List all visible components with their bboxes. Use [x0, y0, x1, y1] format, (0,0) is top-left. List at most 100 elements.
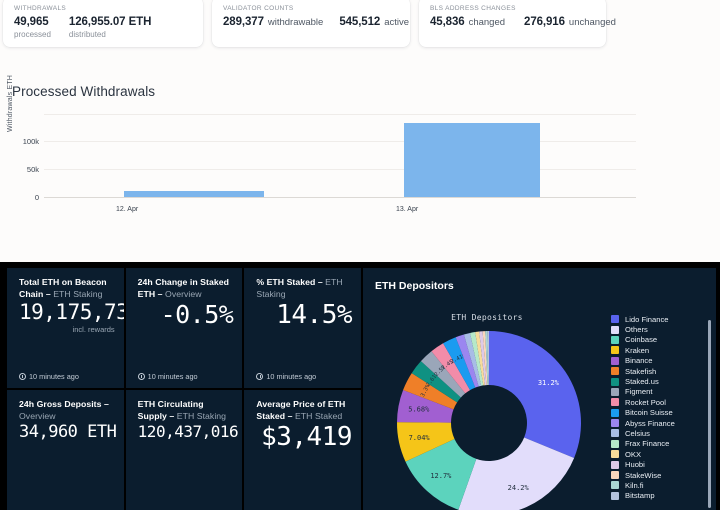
stat-card-average-price-of-eth-staked[interactable]: Average Price of ETH Staked – ETH Staked… [244, 390, 362, 510]
legend-label: OKX [625, 449, 642, 459]
legend-swatch-icon [611, 471, 619, 480]
summary-card-kicker: BLS ADDRESS CHANGES [430, 5, 516, 12]
stat-card-timestamp: 10 minutes ago [137, 372, 198, 381]
gridline [44, 141, 636, 142]
legend-item[interactable]: Staked.us [611, 376, 703, 386]
legend-label: Kraken [625, 345, 650, 355]
legend-item[interactable]: Kraken [611, 345, 703, 355]
legend-label: Lido Finance [625, 314, 669, 324]
legend-label: Binance [625, 356, 653, 366]
donut-slice[interactable] [489, 331, 581, 458]
stat-card-24h-gross-deposits[interactable]: 24h Gross Deposits – Overview 34,960 ETH [7, 390, 124, 510]
x-axis-line [44, 197, 636, 198]
metric-sublabel: processed [14, 30, 51, 39]
x-tick-13-apr: 13. Apr [396, 206, 419, 213]
stat-card-title: 24h Gross Deposits – Overview [19, 399, 115, 422]
legend-swatch-icon [611, 335, 619, 344]
legend-item[interactable]: Bitcoin Suisse [611, 408, 703, 418]
legend-item[interactable]: Kiln.fi [611, 480, 703, 490]
withdrawals-bar-plot[interactable]: Withdrawals ETH 100k 50k 0 12. Apr 13. A… [0, 75, 636, 214]
metric-withdrawals-processed: 49,965 processed [14, 16, 51, 39]
bar-12-apr[interactable] [124, 191, 264, 197]
legend-swatch-icon [611, 356, 619, 365]
stat-card-timestamp-label: 10 minutes ago [147, 372, 198, 381]
metric-value: 49,965 [14, 16, 49, 28]
stat-card-title-sub: ETH Staking [176, 410, 227, 421]
metric-validators-active: 545,512 active [339, 16, 409, 28]
legend-label: StakeWise [625, 470, 662, 480]
legend-item[interactable]: Others [611, 324, 703, 334]
legend-label: Stakefish [625, 366, 657, 376]
metric-unit: changed [468, 17, 506, 28]
legend-item[interactable]: Rocket Pool [611, 397, 703, 407]
stat-card-timestamp: 10 minutes ago [256, 372, 316, 381]
stat-card-value: 19,175,739 [19, 300, 124, 324]
legend-item[interactable]: OKX [611, 449, 703, 459]
legend-label: Coinbase [625, 335, 658, 345]
stat-card-timestamp-label: 10 minutes ago [29, 372, 79, 381]
legend-item[interactable]: Abyss Finance [611, 418, 703, 428]
legend-swatch-icon [611, 387, 619, 396]
y-tick-100k: 100k [22, 137, 39, 146]
legend-item[interactable]: Frax Finance [611, 439, 703, 449]
metric-unit: withdrawable [267, 17, 324, 28]
legend-label: Celsius [625, 428, 650, 438]
legend-item[interactable]: Figment [611, 387, 703, 397]
legend-swatch-icon [611, 450, 619, 459]
legend-item[interactable]: Binance [611, 356, 703, 366]
donut-legend[interactable]: Lido Finance Others Coinbase Kraken Binance S… [611, 314, 703, 510]
summary-card-kicker: WITHDRAWALS [14, 5, 67, 12]
metric-value: 289,377 [223, 16, 264, 28]
summary-card-withdrawals: WITHDRAWALS 49,965 processed 126,955.07 … [3, 0, 203, 47]
legend-item[interactable]: Coinbase [611, 335, 703, 345]
legend-item[interactable]: StakeWise [611, 470, 703, 480]
bar-13-apr[interactable] [404, 123, 540, 197]
stat-card-title-main: % ETH Staked – [256, 277, 326, 287]
clock-icon [137, 373, 145, 380]
panel-title: ETH Depositors [375, 280, 454, 292]
legend-item[interactable]: Stakefish [611, 366, 703, 376]
eth-depositors-donut-chart[interactable]: 31.2% 24.2% 12.7% 7.04% 5.68% 3.3% 2.61% 2.5% 2.… [365, 326, 605, 510]
legend-scrollbar[interactable] [708, 320, 711, 508]
legend-label: Staked.us [625, 377, 659, 387]
metric-sublabel: distributed [68, 30, 106, 39]
stat-card-note: incl. rewards [72, 325, 115, 334]
legend-label: Huobi [625, 460, 645, 470]
stat-card-total-eth-on-beacon-chain[interactable]: Total ETH on Beacon Chain – ETH Staking … [7, 268, 124, 388]
legend-label: Figment [625, 387, 653, 397]
legend-item[interactable]: Lido Finance [611, 314, 703, 324]
legend-swatch-icon [611, 377, 619, 386]
legend-swatch-icon [611, 408, 619, 417]
legend-label: Rocket Pool [625, 397, 666, 407]
donut-slice-label: 31.2% [538, 379, 560, 387]
metric-bls-changed: 45,836 changed [430, 16, 505, 28]
clock-icon [256, 373, 264, 380]
stat-card-title-sub: Overview [19, 410, 56, 421]
stat-card-value: 14.5% [276, 300, 353, 330]
legend-swatch-icon [611, 419, 619, 428]
legend-item[interactable]: Celsius [611, 428, 703, 438]
metric-validators-withdrawable: 289,377 withdrawable [223, 16, 323, 28]
stat-card-24h-change-in-staked-eth[interactable]: 24h Change in Staked ETH – Overview -0.5… [125, 268, 243, 388]
legend-swatch-icon [611, 481, 619, 490]
stat-card-percent-eth-staked[interactable]: % ETH Staked – ETH Staking 14.5% 10 minu… [244, 268, 362, 388]
gridline [44, 114, 636, 115]
eth-staking-dashboard-section: Total ETH on Beacon Chain – ETH Staking … [0, 262, 720, 510]
legend-label: Kiln.fi [625, 480, 644, 490]
legend-swatch-icon [611, 460, 619, 469]
stat-card-value: $3,419 [261, 422, 353, 452]
metric-value: 126,955.07 ETH [68, 16, 152, 28]
stat-card-eth-circulating-supply[interactable]: ETH Circulating Supply – ETH Staking 120… [125, 390, 243, 510]
metric-withdrawals-distributed: 126,955.07 ETH distributed [69, 16, 151, 39]
donut-slice-label: 24.2% [508, 484, 530, 492]
metric-value: 45,836 [430, 16, 465, 28]
legend-item[interactable]: Huobi [611, 459, 703, 469]
legend-item[interactable]: Bitstamp [611, 491, 703, 501]
stat-card-title-sub: Overview [165, 288, 202, 299]
stat-card-value: -0.5% [160, 300, 234, 329]
legend-label: Bitstamp [625, 491, 655, 501]
metric-bls-unchanged: 276,916 unchanged [524, 16, 616, 28]
summary-card-validator-counts: VALIDATOR COUNTS 289,377 withdrawable 54… [212, 0, 410, 47]
donut-chart-title: ETH Depositors [451, 313, 523, 322]
summary-card-bls-address-changes: BLS ADDRESS CHANGES 45,836 changed 276,9… [419, 0, 616, 47]
